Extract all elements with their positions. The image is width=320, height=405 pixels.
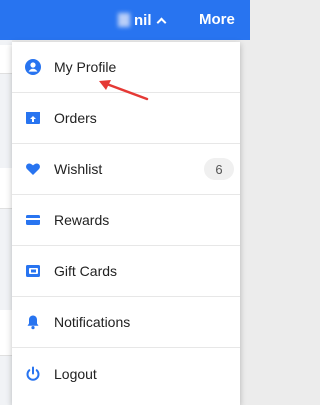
menu-item-orders[interactable]: Orders	[12, 93, 240, 144]
background-fragment	[0, 168, 12, 209]
menu-item-label: Rewards	[54, 212, 110, 228]
menu-item-label: Gift Cards	[54, 263, 118, 279]
menu-item-wishlist[interactable]: Wishlist 6	[12, 144, 240, 195]
orders-box-icon	[26, 112, 40, 124]
menu-item-label: Wishlist	[54, 161, 103, 177]
user-circle-icon	[25, 59, 41, 75]
card-icon	[26, 215, 40, 225]
menu-item-label: My Profile	[54, 59, 117, 75]
gift-card-icon	[26, 265, 40, 277]
menu-item-my-profile[interactable]: My Profile	[12, 42, 240, 93]
menu-item-logout[interactable]: Logout	[12, 348, 240, 399]
wishlist-count-badge: 6	[204, 158, 234, 180]
heart-icon	[26, 163, 40, 175]
menu-item-label: Notifications	[54, 314, 131, 330]
top-navigation-bar: nil More	[0, 0, 250, 40]
background-page	[0, 40, 12, 405]
menu-item-gift-cards[interactable]: Gift Cards	[12, 246, 240, 297]
bell-icon	[27, 315, 39, 330]
menu-item-notifications[interactable]: Notifications	[12, 297, 240, 348]
power-icon	[26, 366, 40, 381]
menu-item-rewards[interactable]: Rewards	[12, 195, 240, 246]
more-button[interactable]: More	[199, 11, 235, 28]
chevron-up-icon	[156, 17, 166, 27]
blurred-name-fragment	[118, 13, 130, 27]
account-dropdown-menu: My Profile Orders Wishlist 6 Rewards Gif…	[12, 42, 240, 405]
account-name: nil	[134, 11, 152, 29]
account-menu-button[interactable]: nil	[118, 10, 166, 30]
background-fragment	[0, 45, 12, 74]
background-fragment	[0, 310, 12, 356]
menu-item-label: Orders	[54, 110, 97, 126]
menu-item-label: Logout	[54, 365, 97, 382]
